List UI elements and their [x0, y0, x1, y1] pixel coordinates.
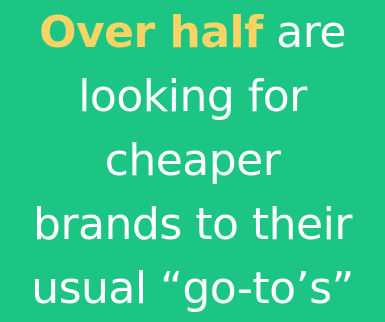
headline-line-1: Over half are [39, 1, 346, 65]
headline-line-3: cheaper [104, 135, 281, 186]
headline-line-1-rest: are [262, 7, 346, 58]
headline-highlight: Over half [39, 7, 263, 58]
headline-line-5: usual “go-to’s” [31, 263, 354, 314]
headline-line-4: brands to their [33, 199, 352, 250]
headline-line-2: looking for [78, 71, 307, 122]
headline-slide: Over half are looking for cheaper brands… [0, 0, 385, 322]
